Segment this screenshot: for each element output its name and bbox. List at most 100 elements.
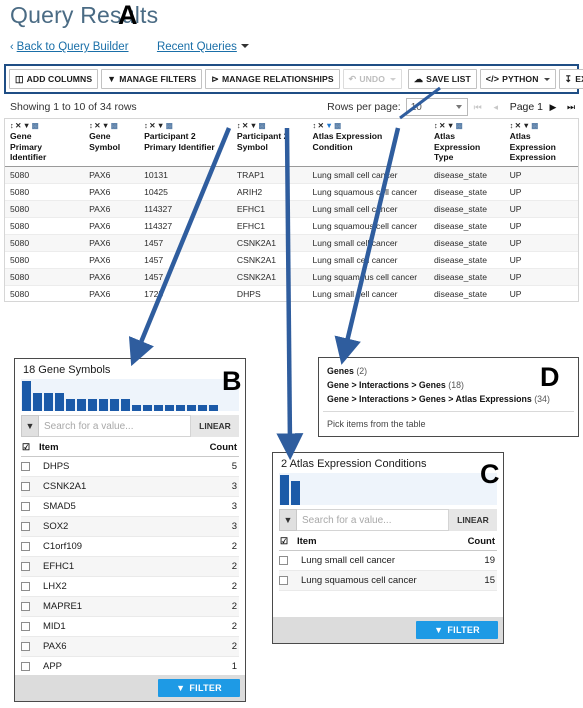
table-cell[interactable]: UP [504,285,578,301]
condition-facet-row-checkbox[interactable] [279,576,297,585]
filter-icon[interactable]: ▼ [23,121,32,130]
checkbox-icon[interactable] [21,622,30,631]
column-header-2[interactable]: ↕✕▼▩ Participant 2 Primary Identifier [139,119,232,167]
table-cell[interactable]: 5080 [5,217,85,235]
table-cell[interactable]: CSNK2A1 [231,268,308,286]
save-list-button[interactable]: ☁ SAVE LIST [408,69,477,89]
table-cell[interactable]: UP [504,234,578,252]
summary-chart-icon[interactable]: ▩ [531,121,538,130]
list-item[interactable]: MID1 2 [21,617,239,637]
table-cell[interactable]: Lung squamous cell cancer [307,183,429,201]
list-item[interactable]: DHPS 5 [21,457,239,477]
gene-facet-scale-toggle[interactable]: LINEAR [191,415,239,437]
gene-facet-row-checkbox[interactable] [21,482,39,491]
table-cell[interactable]: 114327 [139,217,232,235]
table-cell[interactable]: UP [504,217,578,235]
column-header-3[interactable]: ↕✕▼▩ Participant 2 Symbol [231,119,308,167]
chart-bar[interactable] [110,399,119,411]
table-cell[interactable]: disease_state [428,234,505,252]
checkbox-icon[interactable] [21,462,30,471]
gene-facet-row-checkbox[interactable] [21,542,39,551]
back-to-query-builder-link[interactable]: Back to Query Builder [17,41,129,53]
table-cell[interactable]: ARIH2 [231,183,308,201]
chart-bar[interactable] [33,393,42,411]
condition-facet-scale-toggle[interactable]: LINEAR [449,509,497,531]
chart-bar[interactable] [143,405,152,411]
column-header-5[interactable]: ↕✕▼▩ Atlas Expression Type [428,119,505,167]
gene-facet-row-checkbox[interactable] [21,522,39,531]
gene-facet-row-checkbox[interactable] [21,602,39,611]
table-cell[interactable]: disease_state [428,268,505,286]
next-page-button[interactable]: ▶ [545,98,561,116]
remove-column-icon[interactable]: ✕ [242,121,250,130]
gene-facet-row-checkbox[interactable] [21,502,39,511]
column-header-1[interactable]: ↕✕▼▩ Gene Symbol [84,119,140,167]
chart-bar[interactable] [209,405,218,411]
gene-facet-row-checkbox[interactable] [21,662,39,671]
column-header-icons[interactable]: ↕✕▼▩ [89,121,135,130]
list-item[interactable]: C1orf109 2 [21,537,239,557]
table-cell[interactable]: 1457 [139,251,232,269]
table-cell[interactable]: Lung small cell cancer [307,285,429,301]
table-cell[interactable]: 10131 [139,166,232,184]
gene-facet-row-checkbox[interactable] [21,462,39,471]
table-row[interactable]: 5080 PAX6 1457 CSNK2A1 Lung squamous cell ca… [5,268,578,286]
summary-chart-icon[interactable]: ▩ [111,121,118,130]
recent-queries-link[interactable]: Recent Queries [157,41,237,53]
chart-bar[interactable] [66,399,75,411]
table-row[interactable]: 5080 PAX6 114327 EFHC1 Lung small cell cance… [5,200,578,218]
gene-facet-row-checkbox[interactable] [21,562,39,571]
table-cell[interactable]: Lung small cell cancer [307,251,429,269]
manage-relationships-button[interactable]: ⊳ MANAGE RELATIONSHIPS [205,69,340,89]
list-item[interactable]: LHX2 2 [21,577,239,597]
table-cell[interactable]: disease_state [428,166,505,184]
list-item[interactable]: SMAD5 3 [21,497,239,517]
python-button[interactable]: </> PYTHON [479,69,556,89]
filter-icon[interactable]: ▼ [447,121,456,130]
gene-facet-funnel-icon[interactable]: ▼ [21,415,39,437]
table-cell[interactable]: DHPS [231,285,308,301]
chart-bar[interactable] [99,399,108,411]
table-cell[interactable]: Lung small cell cancer [307,234,429,252]
list-item[interactable]: PAX6 2 [21,637,239,657]
condition-facet-funnel-icon[interactable]: ▼ [279,509,297,531]
filter-icon[interactable]: ▼ [157,121,166,130]
checkbox-icon[interactable] [21,662,30,671]
table-cell[interactable]: 5080 [5,234,85,252]
chart-bar[interactable] [154,405,163,411]
table-cell[interactable]: CSNK2A1 [231,234,308,252]
chart-bar[interactable] [44,393,53,411]
table-cell[interactable]: Lung squamous cell cancer [307,217,429,235]
table-cell[interactable]: PAX6 [84,166,140,184]
table-cell[interactable]: 5080 [5,200,85,218]
table-cell[interactable]: disease_state [428,200,505,218]
column-header-icons[interactable]: ↕✕▼▩ [313,121,425,130]
table-row[interactable]: 5080 PAX6 1457 CSNK2A1 Lung small cell cance… [5,234,578,252]
table-cell[interactable]: EFHC1 [231,217,308,235]
checkbox-icon[interactable] [21,562,30,571]
table-cell[interactable]: 5080 [5,166,85,184]
checkbox-icon[interactable] [21,642,30,651]
table-row[interactable]: 5080 PAX6 10425 ARIH2 Lung squamous cell can… [5,183,578,201]
list-item[interactable]: Lung small cell cancer 19 [279,551,497,571]
summary-chart-icon[interactable]: ▩ [166,121,173,130]
chart-bar[interactable] [291,481,300,505]
table-cell[interactable]: PAX6 [84,234,140,252]
column-header-icons[interactable]: ↕✕▼▩ [510,121,574,130]
table-cell[interactable]: Lung small cell cancer [307,166,429,184]
column-header-6[interactable]: ↕✕▼▩ Atlas Expression Expression [504,119,578,167]
table-cell[interactable]: UP [504,268,578,286]
table-cell[interactable]: 1457 [139,234,232,252]
table-cell[interactable]: TRAP1 [231,166,308,184]
table-row[interactable]: 5080 PAX6 114327 EFHC1 Lung squamous cell ca… [5,217,578,235]
chart-bar[interactable] [198,405,207,411]
list-item[interactable]: CSNK2A1 3 [21,477,239,497]
table-row[interactable]: 5080 PAX6 1457 CSNK2A1 Lung small cell cance… [5,251,578,269]
chart-bar[interactable] [88,399,97,411]
column-header-0[interactable]: ↕✕▼▩ Gene Primary Identifier [5,119,85,167]
table-cell[interactable]: UP [504,183,578,201]
checkbox-icon[interactable] [21,502,30,511]
chart-bar[interactable] [280,475,289,505]
python-chevron-down-icon[interactable] [543,77,550,81]
query-path-line-2[interactable]: Gene > Interactions > Genes > Atlas Expr… [319,392,578,406]
